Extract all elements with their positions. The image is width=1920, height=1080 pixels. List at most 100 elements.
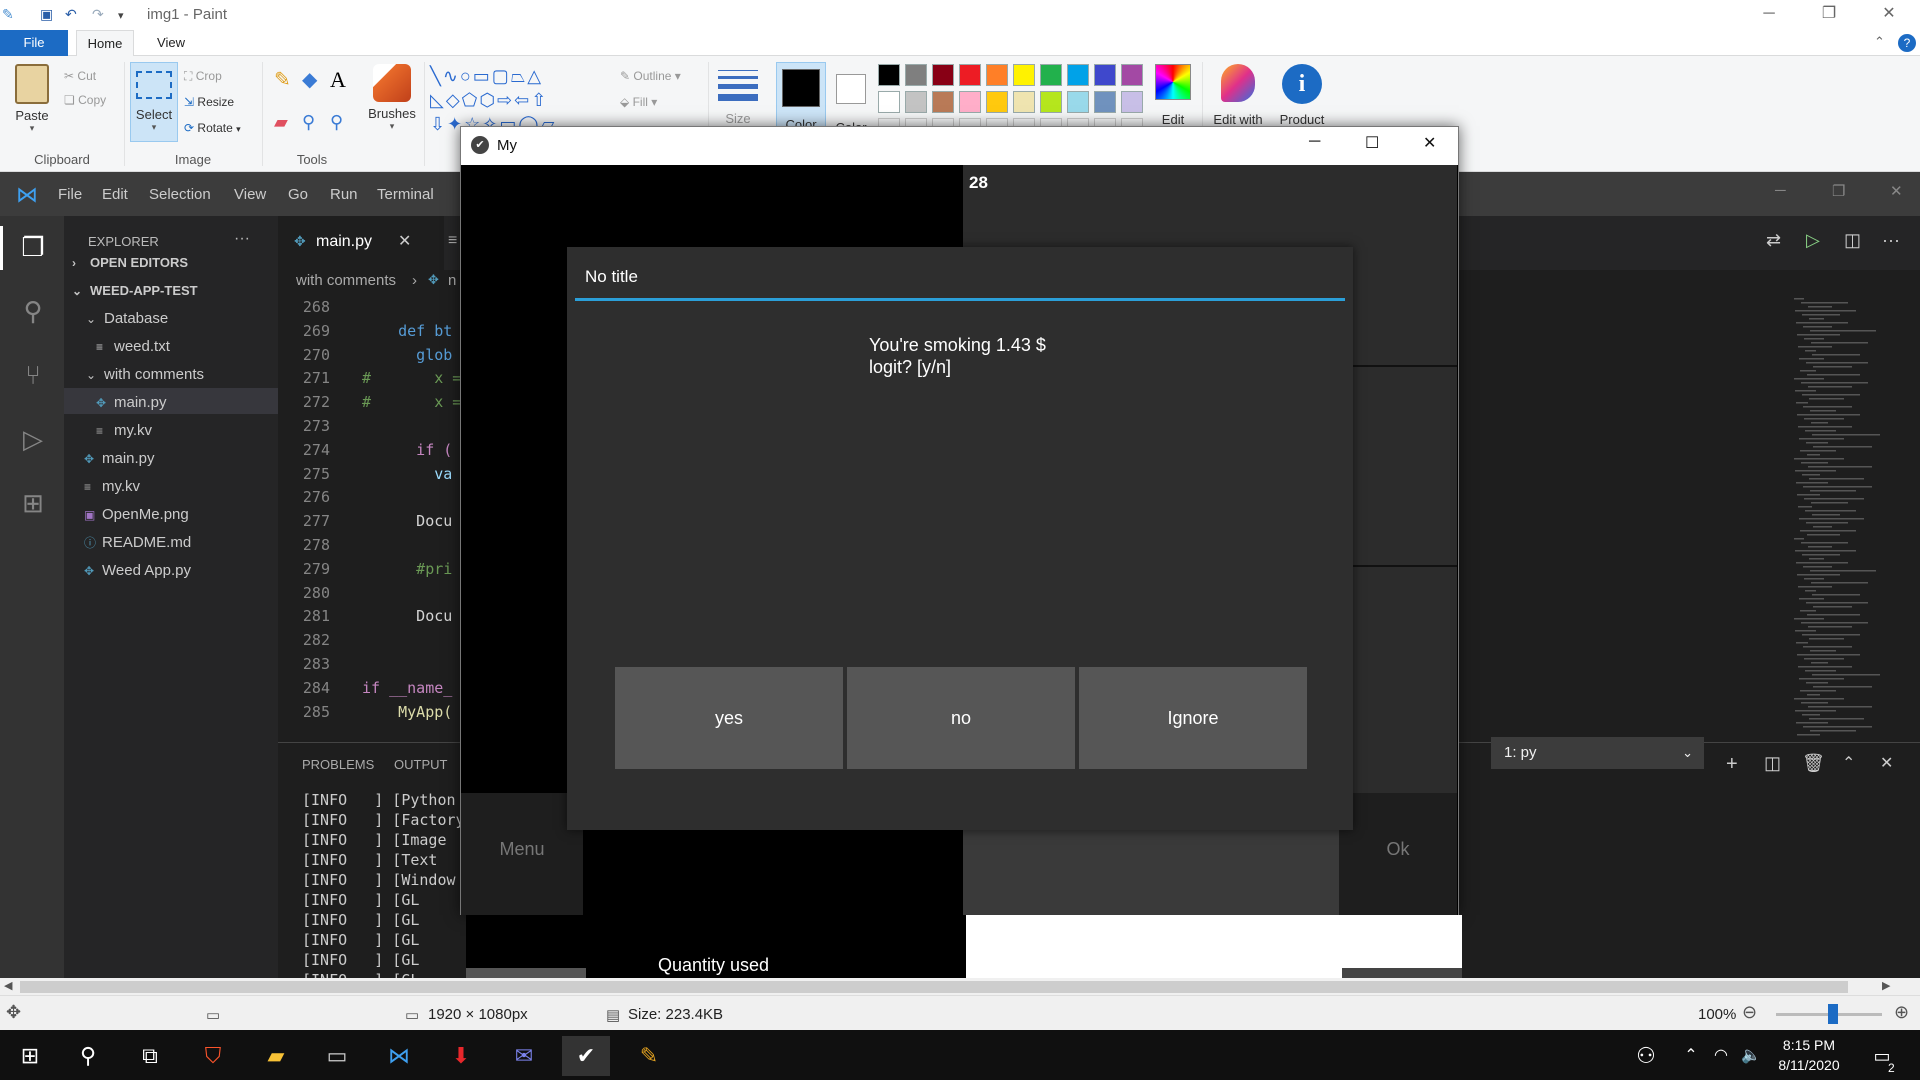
minimap[interactable] bbox=[1780, 294, 1898, 742]
tab-overflow-icon[interactable]: ≡ bbox=[448, 232, 457, 250]
text-tool-icon[interactable]: A bbox=[330, 69, 346, 91]
color2-button[interactable]: Color bbox=[826, 62, 876, 135]
close-icon[interactable]: ✕ bbox=[1866, 0, 1912, 30]
menu-go[interactable]: Go bbox=[288, 186, 308, 203]
menu-terminal[interactable]: Terminal bbox=[377, 186, 434, 203]
tree-folder-database[interactable]: ⌄ Database bbox=[86, 306, 168, 332]
size-button[interactable]: Size bbox=[712, 64, 764, 126]
kivy-maximize-icon[interactable]: ☐ bbox=[1365, 133, 1379, 153]
palette-swatch[interactable] bbox=[905, 64, 927, 86]
tree-file-readme-md[interactable]: ⓘ README.md bbox=[84, 530, 191, 556]
menu-file[interactable]: File bbox=[58, 186, 82, 203]
maximize-panel-icon[interactable]: ⌃ bbox=[1842, 753, 1855, 773]
clock[interactable]: 8:15 PM 8/11/2020 bbox=[1758, 1035, 1860, 1075]
brushes-button[interactable]: Brushes ▾ bbox=[364, 64, 420, 132]
tree-file-main-py[interactable]: ✥ main.py bbox=[84, 446, 155, 472]
new-terminal-icon[interactable]: + bbox=[1726, 753, 1738, 776]
split-terminal-icon[interactable]: ◫ bbox=[1764, 753, 1781, 774]
breadcrumb-folder[interactable]: with comments bbox=[296, 272, 396, 289]
run-debug-icon[interactable]: ▷ bbox=[18, 424, 48, 454]
zoom-slider[interactable] bbox=[1776, 1004, 1882, 1024]
palette-swatch[interactable] bbox=[1040, 64, 1062, 86]
run-file-icon[interactable]: ▷ bbox=[1806, 230, 1820, 251]
save-icon[interactable]: ▣ bbox=[40, 6, 53, 23]
palette-swatch[interactable] bbox=[1067, 91, 1089, 113]
tree-file-my-kv[interactable]: ≡ my.kv bbox=[84, 474, 140, 500]
download-manager-icon[interactable]: ⬇ bbox=[437, 1036, 485, 1076]
vscode-minimize-icon[interactable]: ─ bbox=[1775, 182, 1786, 199]
breadcrumb-file[interactable]: n bbox=[448, 272, 456, 289]
zoom-slider-thumb[interactable] bbox=[1828, 1004, 1838, 1024]
kivy-taskbar-icon[interactable]: ✔ bbox=[562, 1036, 610, 1076]
magnifier-icon[interactable]: ⚲ bbox=[330, 112, 343, 132]
palette-swatch[interactable] bbox=[1013, 91, 1035, 113]
tree-file-my-kv-inner[interactable]: ≡ my.kv bbox=[96, 418, 152, 444]
kivy-minimize-icon[interactable]: ─ bbox=[1309, 133, 1320, 151]
source-control-icon[interactable]: ⑂ bbox=[18, 360, 48, 390]
select-button[interactable]: Select ▾ bbox=[130, 62, 178, 142]
eraser-icon[interactable]: ▰ bbox=[274, 112, 288, 132]
paste-button[interactable]: Paste ▾ bbox=[8, 64, 56, 134]
file-explorer-icon[interactable]: ▰ bbox=[252, 1036, 300, 1076]
copy-button[interactable]: ❏ Copy bbox=[64, 90, 106, 110]
search-icon[interactable]: ⚲ bbox=[64, 1036, 112, 1076]
tray-overflow-icon[interactable]: ⌃ bbox=[1676, 1036, 1706, 1076]
tree-file-weed-txt[interactable]: ≡ weed.txt bbox=[96, 334, 170, 360]
tree-file-openme-png[interactable]: ▣ OpenMe.png bbox=[84, 502, 189, 528]
split-editor-icon[interactable]: ◫ bbox=[1844, 230, 1861, 251]
collapse-ribbon-icon[interactable]: ⌃ bbox=[1874, 34, 1885, 50]
fill-button[interactable]: ⬙ Fill ▾ bbox=[620, 92, 657, 112]
edit-with-paint3d-button[interactable]: Edit with bbox=[1206, 64, 1270, 127]
extensions-icon[interactable]: ⊞ bbox=[18, 488, 48, 518]
people-icon[interactable]: ⚇ bbox=[1626, 1036, 1666, 1076]
palette-swatch[interactable] bbox=[1040, 91, 1062, 113]
product-alert-button[interactable]: i Product bbox=[1270, 64, 1334, 127]
vscode-restore-icon[interactable]: ❐ bbox=[1832, 182, 1845, 200]
resize-button[interactable]: ⇲ Resize bbox=[184, 92, 234, 112]
workspace-section[interactable]: ⌄ WEED-APP-TEST bbox=[72, 278, 198, 304]
tab-close-icon[interactable]: ✕ bbox=[398, 231, 411, 251]
wifi-icon[interactable]: ◠ bbox=[1706, 1036, 1736, 1076]
open-editors-section[interactable]: › OPEN EDITORS bbox=[72, 250, 188, 276]
undo-icon[interactable]: ↶ bbox=[65, 6, 77, 23]
start-icon[interactable]: ⊞ bbox=[6, 1036, 54, 1076]
help-icon[interactable]: ? bbox=[1898, 34, 1916, 52]
fill-bucket-icon[interactable]: ◆ bbox=[302, 70, 317, 90]
scrollbar-thumb[interactable] bbox=[20, 981, 1848, 993]
kill-terminal-icon[interactable]: 🗑 bbox=[1802, 753, 1825, 774]
tab-problems[interactable]: PROBLEMS bbox=[302, 757, 374, 772]
palette-swatch[interactable] bbox=[1121, 91, 1143, 113]
terminal-select[interactable]: 1: py ⌄ bbox=[1491, 737, 1704, 769]
palette-swatch[interactable] bbox=[959, 64, 981, 86]
palette-swatch[interactable] bbox=[1094, 64, 1116, 86]
palette-swatch[interactable] bbox=[986, 91, 1008, 113]
edit-colors-button[interactable]: Edit bbox=[1150, 64, 1196, 127]
palette-swatch[interactable] bbox=[932, 64, 954, 86]
pencil-icon[interactable]: ✎ bbox=[274, 70, 291, 90]
ok-button[interactable]: Ok bbox=[1339, 793, 1457, 915]
paint-taskbar-icon[interactable]: ✎ bbox=[625, 1036, 673, 1076]
explorer-icon[interactable]: ❐ bbox=[18, 232, 48, 262]
palette-swatch[interactable] bbox=[905, 91, 927, 113]
menu-button[interactable]: Menu bbox=[461, 793, 583, 915]
scroll-right-icon[interactable]: ▶ bbox=[1882, 979, 1890, 992]
tab-view[interactable]: View bbox=[145, 30, 197, 56]
cut-button[interactable]: ✂ Cut bbox=[64, 66, 96, 86]
palette-swatch[interactable] bbox=[959, 91, 981, 113]
menu-edit[interactable]: Edit bbox=[102, 186, 128, 203]
tree-file-main-py-selected[interactable]: ✥ main.py bbox=[96, 390, 167, 416]
menu-selection[interactable]: Selection bbox=[149, 186, 211, 203]
vscode-close-icon[interactable]: ✕ bbox=[1890, 182, 1903, 200]
palette-swatch[interactable] bbox=[1067, 64, 1089, 86]
close-panel-icon[interactable]: ✕ bbox=[1880, 753, 1893, 773]
menu-run[interactable]: Run bbox=[330, 186, 358, 203]
ignore-button[interactable]: Ignore bbox=[1079, 667, 1307, 769]
explorer-more-icon[interactable]: ··· bbox=[234, 230, 250, 248]
kivy-close-icon[interactable]: ✕ bbox=[1423, 133, 1436, 153]
minimize-icon[interactable]: ─ bbox=[1746, 0, 1792, 30]
customize-quick-access-icon[interactable]: ▾ bbox=[118, 9, 124, 22]
tab-file[interactable]: File bbox=[0, 30, 68, 56]
more-actions-icon[interactable]: ··· bbox=[1882, 230, 1900, 251]
palette-swatch[interactable] bbox=[1121, 64, 1143, 86]
redo-icon[interactable]: ↷ bbox=[92, 6, 104, 23]
